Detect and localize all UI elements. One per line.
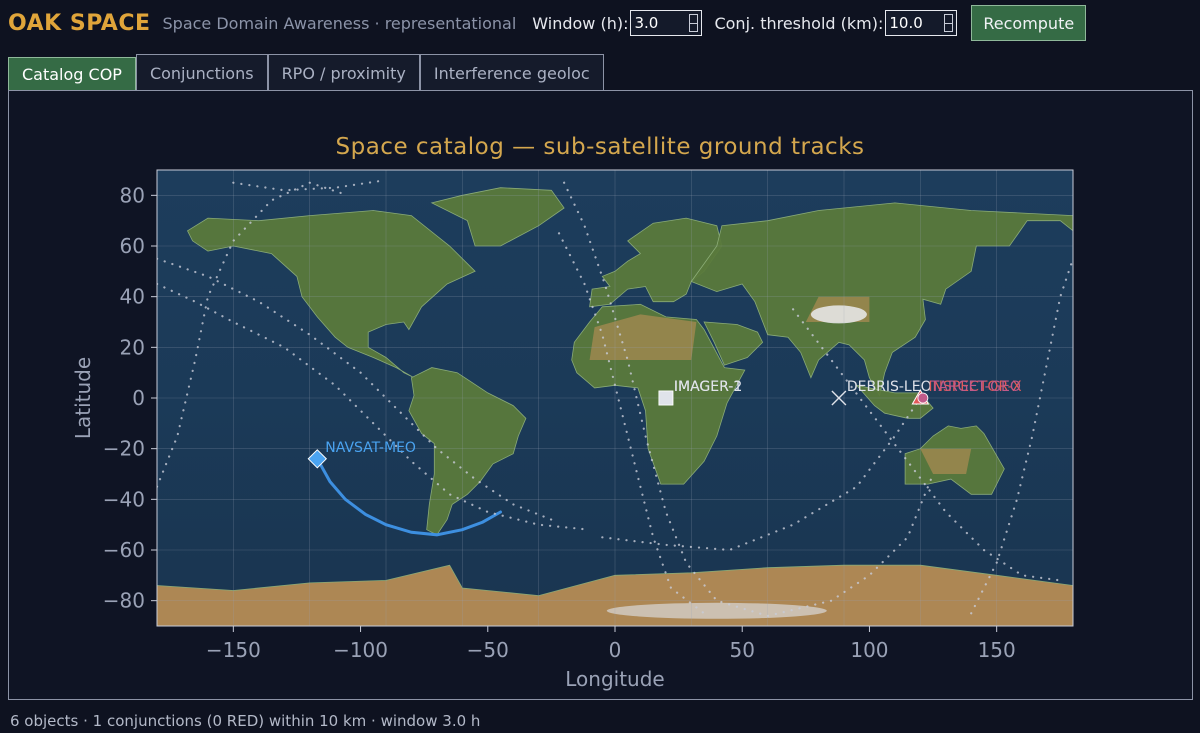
y-tick-label: −40 [103, 487, 145, 511]
label-target-geo: TARGET-GEO [930, 379, 1021, 395]
x-axis-label: Longitude [565, 667, 664, 691]
y-tick-label: 80 [120, 183, 145, 207]
y-tick-label: 20 [120, 335, 145, 359]
status-bar: 6 objects · 1 conjunctions (0 RED) withi… [10, 711, 481, 730]
x-tick-label: −150 [206, 638, 261, 662]
label-navsat-meo: NAVSAT-MEO [325, 440, 416, 456]
himalaya-snow [810, 305, 867, 324]
y-tick-label: −20 [103, 437, 145, 461]
marker-imager-2 [658, 390, 674, 406]
y-tick-label: 40 [120, 285, 145, 309]
x-tick-label: 50 [729, 638, 754, 662]
y-tick-label: −60 [103, 538, 145, 562]
x-tick-label: −50 [467, 638, 509, 662]
y-tick-label: 0 [132, 386, 145, 410]
antarctic-ice [606, 602, 827, 619]
x-tick-label: 150 [978, 638, 1016, 662]
x-tick-label: 100 [850, 638, 888, 662]
ground-track-chart: NAVSAT-MEOIMAGER-1IMAGER-2 DEBRIS-LEOINSP… [71, 169, 1074, 691]
x-tick-label: 0 [609, 638, 622, 662]
y-axis-label: Latitude [71, 357, 95, 439]
x-tick-label: −100 [333, 638, 388, 662]
marker-target-geo [917, 392, 929, 404]
y-tick-label: 60 [120, 234, 145, 258]
label-imager-2: IMAGER-2 [674, 379, 742, 395]
y-tick-label: −80 [103, 589, 145, 613]
